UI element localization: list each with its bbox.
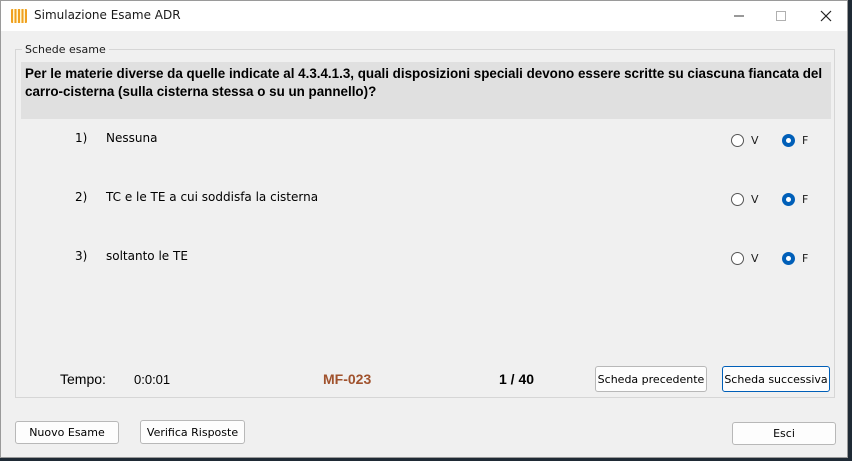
next-card-button[interactable]: Scheda successiva [722,366,830,392]
question-counter: 1 / 40 [499,371,535,387]
maximize-icon [776,11,786,21]
answer-row: 2) TC e le TE a cui soddisfa la cisterna… [1,190,849,214]
minimize-button[interactable] [716,1,762,31]
radio-checked-icon[interactable] [782,134,795,147]
radio-label-v: V [751,252,759,265]
radio-label-v: V [751,193,759,206]
answer-1-false-radio[interactable]: F [782,134,808,147]
answer-3-true-radio[interactable]: V [731,252,759,265]
answer-number: 3) [75,249,88,263]
answer-number: 1) [75,131,88,145]
radio-label-f: F [802,134,809,147]
app-window: Simulazione Esame ADR Schede esame Per l… [0,0,848,458]
answer-text: Nessuna [106,131,158,145]
answer-text: soltanto le TE [106,249,188,263]
answer-text: TC e le TE a cui soddisfa la cisterna [106,190,319,204]
question-panel: Per le materie diverse da quelle indicat… [21,62,831,119]
radio-label-f: F [802,193,809,206]
radio-checked-icon[interactable] [782,193,795,206]
maximize-button[interactable] [758,1,804,31]
answer-1-true-radio[interactable]: V [731,134,759,147]
radio-checked-icon[interactable] [782,252,795,265]
group-label: Schede esame [22,43,109,56]
radio-unchecked-icon[interactable] [731,252,744,265]
time-label: Tempo: [60,371,106,387]
answer-number: 2) [75,190,88,204]
question-text: Per le materie diverse da quelle indicat… [25,66,823,99]
answer-row: 3) soltanto le TE V F [1,249,849,273]
new-exam-button[interactable]: Nuovo Esame [15,421,119,444]
radio-label-f: F [802,252,809,265]
title-bar[interactable]: Simulazione Esame ADR [1,1,847,31]
close-button[interactable] [803,1,849,31]
close-icon [820,10,832,22]
question-code: MF-023 [323,371,372,387]
radio-unchecked-icon[interactable] [731,193,744,206]
radio-label-v: V [751,134,759,147]
verify-answers-button[interactable]: Verifica Risposte [140,420,245,444]
window-title: Simulazione Esame ADR [34,8,181,22]
radio-unchecked-icon[interactable] [731,134,744,147]
answer-2-false-radio[interactable]: F [782,193,808,206]
minimize-icon [734,15,744,17]
answer-3-false-radio[interactable]: F [782,252,808,265]
time-value: 0:0:01 [134,372,171,387]
answer-row: 1) Nessuna V F [1,131,849,155]
exit-button[interactable]: Esci [732,422,836,445]
app-icon [11,9,27,23]
previous-card-button[interactable]: Scheda precedente [595,366,707,392]
answer-2-true-radio[interactable]: V [731,193,759,206]
